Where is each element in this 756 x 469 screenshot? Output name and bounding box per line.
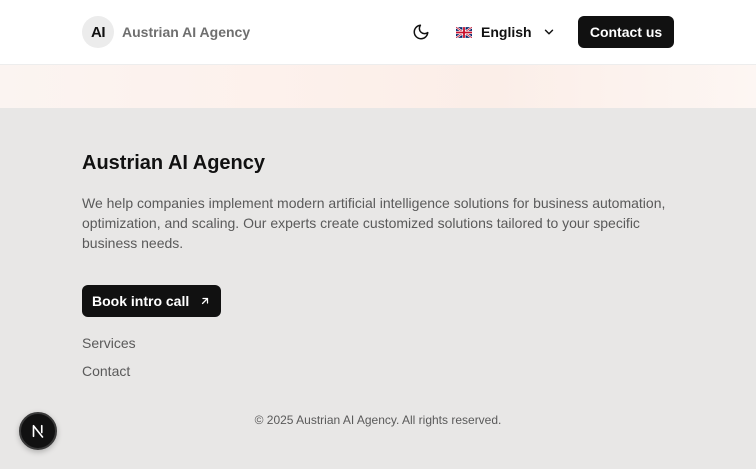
footer-link-services[interactable]: Services: [82, 335, 136, 351]
book-intro-call-label: Book intro call: [92, 293, 190, 309]
nextjs-icon: [32, 424, 44, 438]
contact-us-button[interactable]: Contact us: [578, 16, 674, 48]
uk-flag-icon: [456, 26, 472, 38]
site-header: AI Austrian AI Agency English Contact us: [0, 0, 756, 65]
hero-section-bottom: [0, 65, 756, 108]
footer-description: We help companies implement modern artif…: [82, 195, 666, 251]
footer-title: Austrian AI Agency: [82, 152, 265, 174]
logo-text: Austrian AI Agency: [122, 24, 251, 40]
arrow-up-right-icon: [199, 295, 211, 307]
logo-badge: AI: [82, 16, 114, 48]
nextjs-dev-badge[interactable]: [19, 412, 57, 450]
logo-link[interactable]: AI Austrian AI Agency: [82, 16, 250, 48]
language-label: English: [481, 24, 532, 40]
chevron-down-icon: [542, 25, 556, 39]
book-intro-call-button[interactable]: Book intro call: [82, 285, 221, 317]
language-selector[interactable]: English: [456, 17, 556, 47]
site-footer: Austrian AI Agency We help companies imp…: [0, 108, 756, 469]
moon-icon: [413, 24, 429, 40]
copyright-text: © 2025 Austrian AI Agency. All rights re…: [254, 413, 502, 427]
theme-toggle-button[interactable]: [406, 17, 436, 47]
footer-link-contact[interactable]: Contact: [82, 363, 130, 379]
